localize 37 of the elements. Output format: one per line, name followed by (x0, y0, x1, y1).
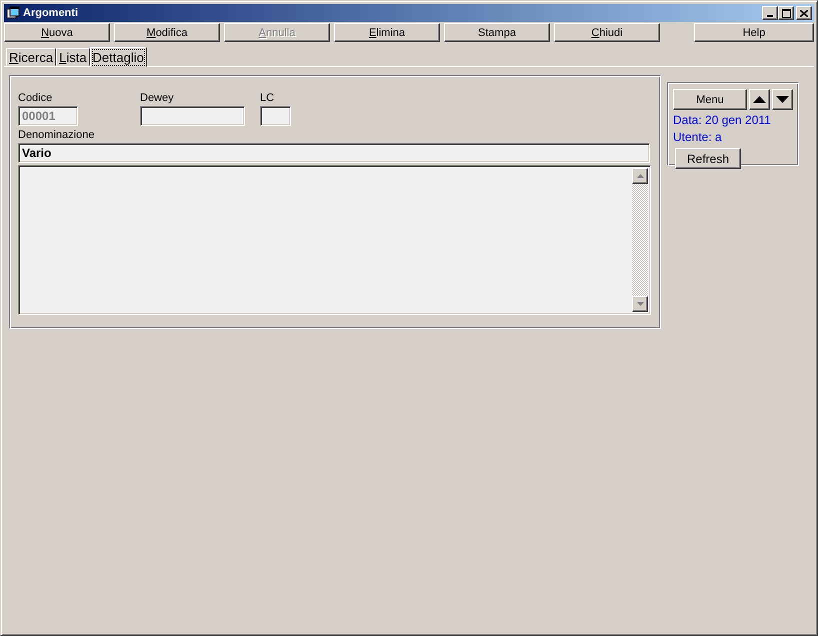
window-title: Argomenti (23, 7, 79, 19)
toolbar-button[interactable]: Elimina (334, 23, 440, 42)
notes-field[interactable] (18, 165, 651, 315)
maximize-icon (782, 8, 790, 18)
up-button[interactable] (749, 89, 770, 110)
field-label: Denominazione (18, 129, 96, 143)
field-label: Dewey (140, 92, 175, 106)
maximize-button[interactable] (778, 6, 794, 20)
up-arrow-icon (753, 96, 766, 102)
tab[interactable]: Dettaglio (90, 47, 147, 67)
toolbar-button[interactable]: Nuova (4, 23, 110, 42)
minimize-button[interactable] (762, 6, 778, 20)
down-button[interactable] (772, 89, 793, 110)
help-button[interactable]: Help (694, 23, 814, 42)
refresh-button[interactable]: Refresh (675, 148, 741, 169)
lc-field[interactable] (260, 106, 291, 126)
app-icon (6, 6, 20, 20)
date-text: Data: 20 gen 2011 (673, 113, 772, 127)
scroll-down-button[interactable] (632, 296, 648, 312)
close-button[interactable] (796, 6, 812, 20)
tab[interactable]: Lista (56, 48, 90, 66)
toolbar-button[interactable]: Stampa (444, 23, 550, 42)
tab[interactable]: Ricerca (6, 48, 56, 66)
down-arrow-icon (776, 96, 789, 102)
close-icon (800, 10, 808, 16)
user-text: Utente: a (673, 130, 723, 144)
down-arrow-icon (636, 302, 644, 306)
dewey-field[interactable] (140, 106, 245, 126)
menu-button[interactable]: Menu (673, 89, 747, 110)
field-label: LC (260, 92, 276, 106)
up-arrow-icon (636, 174, 644, 178)
toolbar-button[interactable]: Modifica (114, 23, 220, 42)
name-field[interactable]: Vario (18, 143, 650, 163)
scrollbar[interactable] (632, 168, 648, 312)
toolbar-button[interactable]: Chiudi (554, 23, 660, 42)
scroll-up-button[interactable] (632, 168, 648, 184)
field-label: Codice (18, 92, 54, 106)
